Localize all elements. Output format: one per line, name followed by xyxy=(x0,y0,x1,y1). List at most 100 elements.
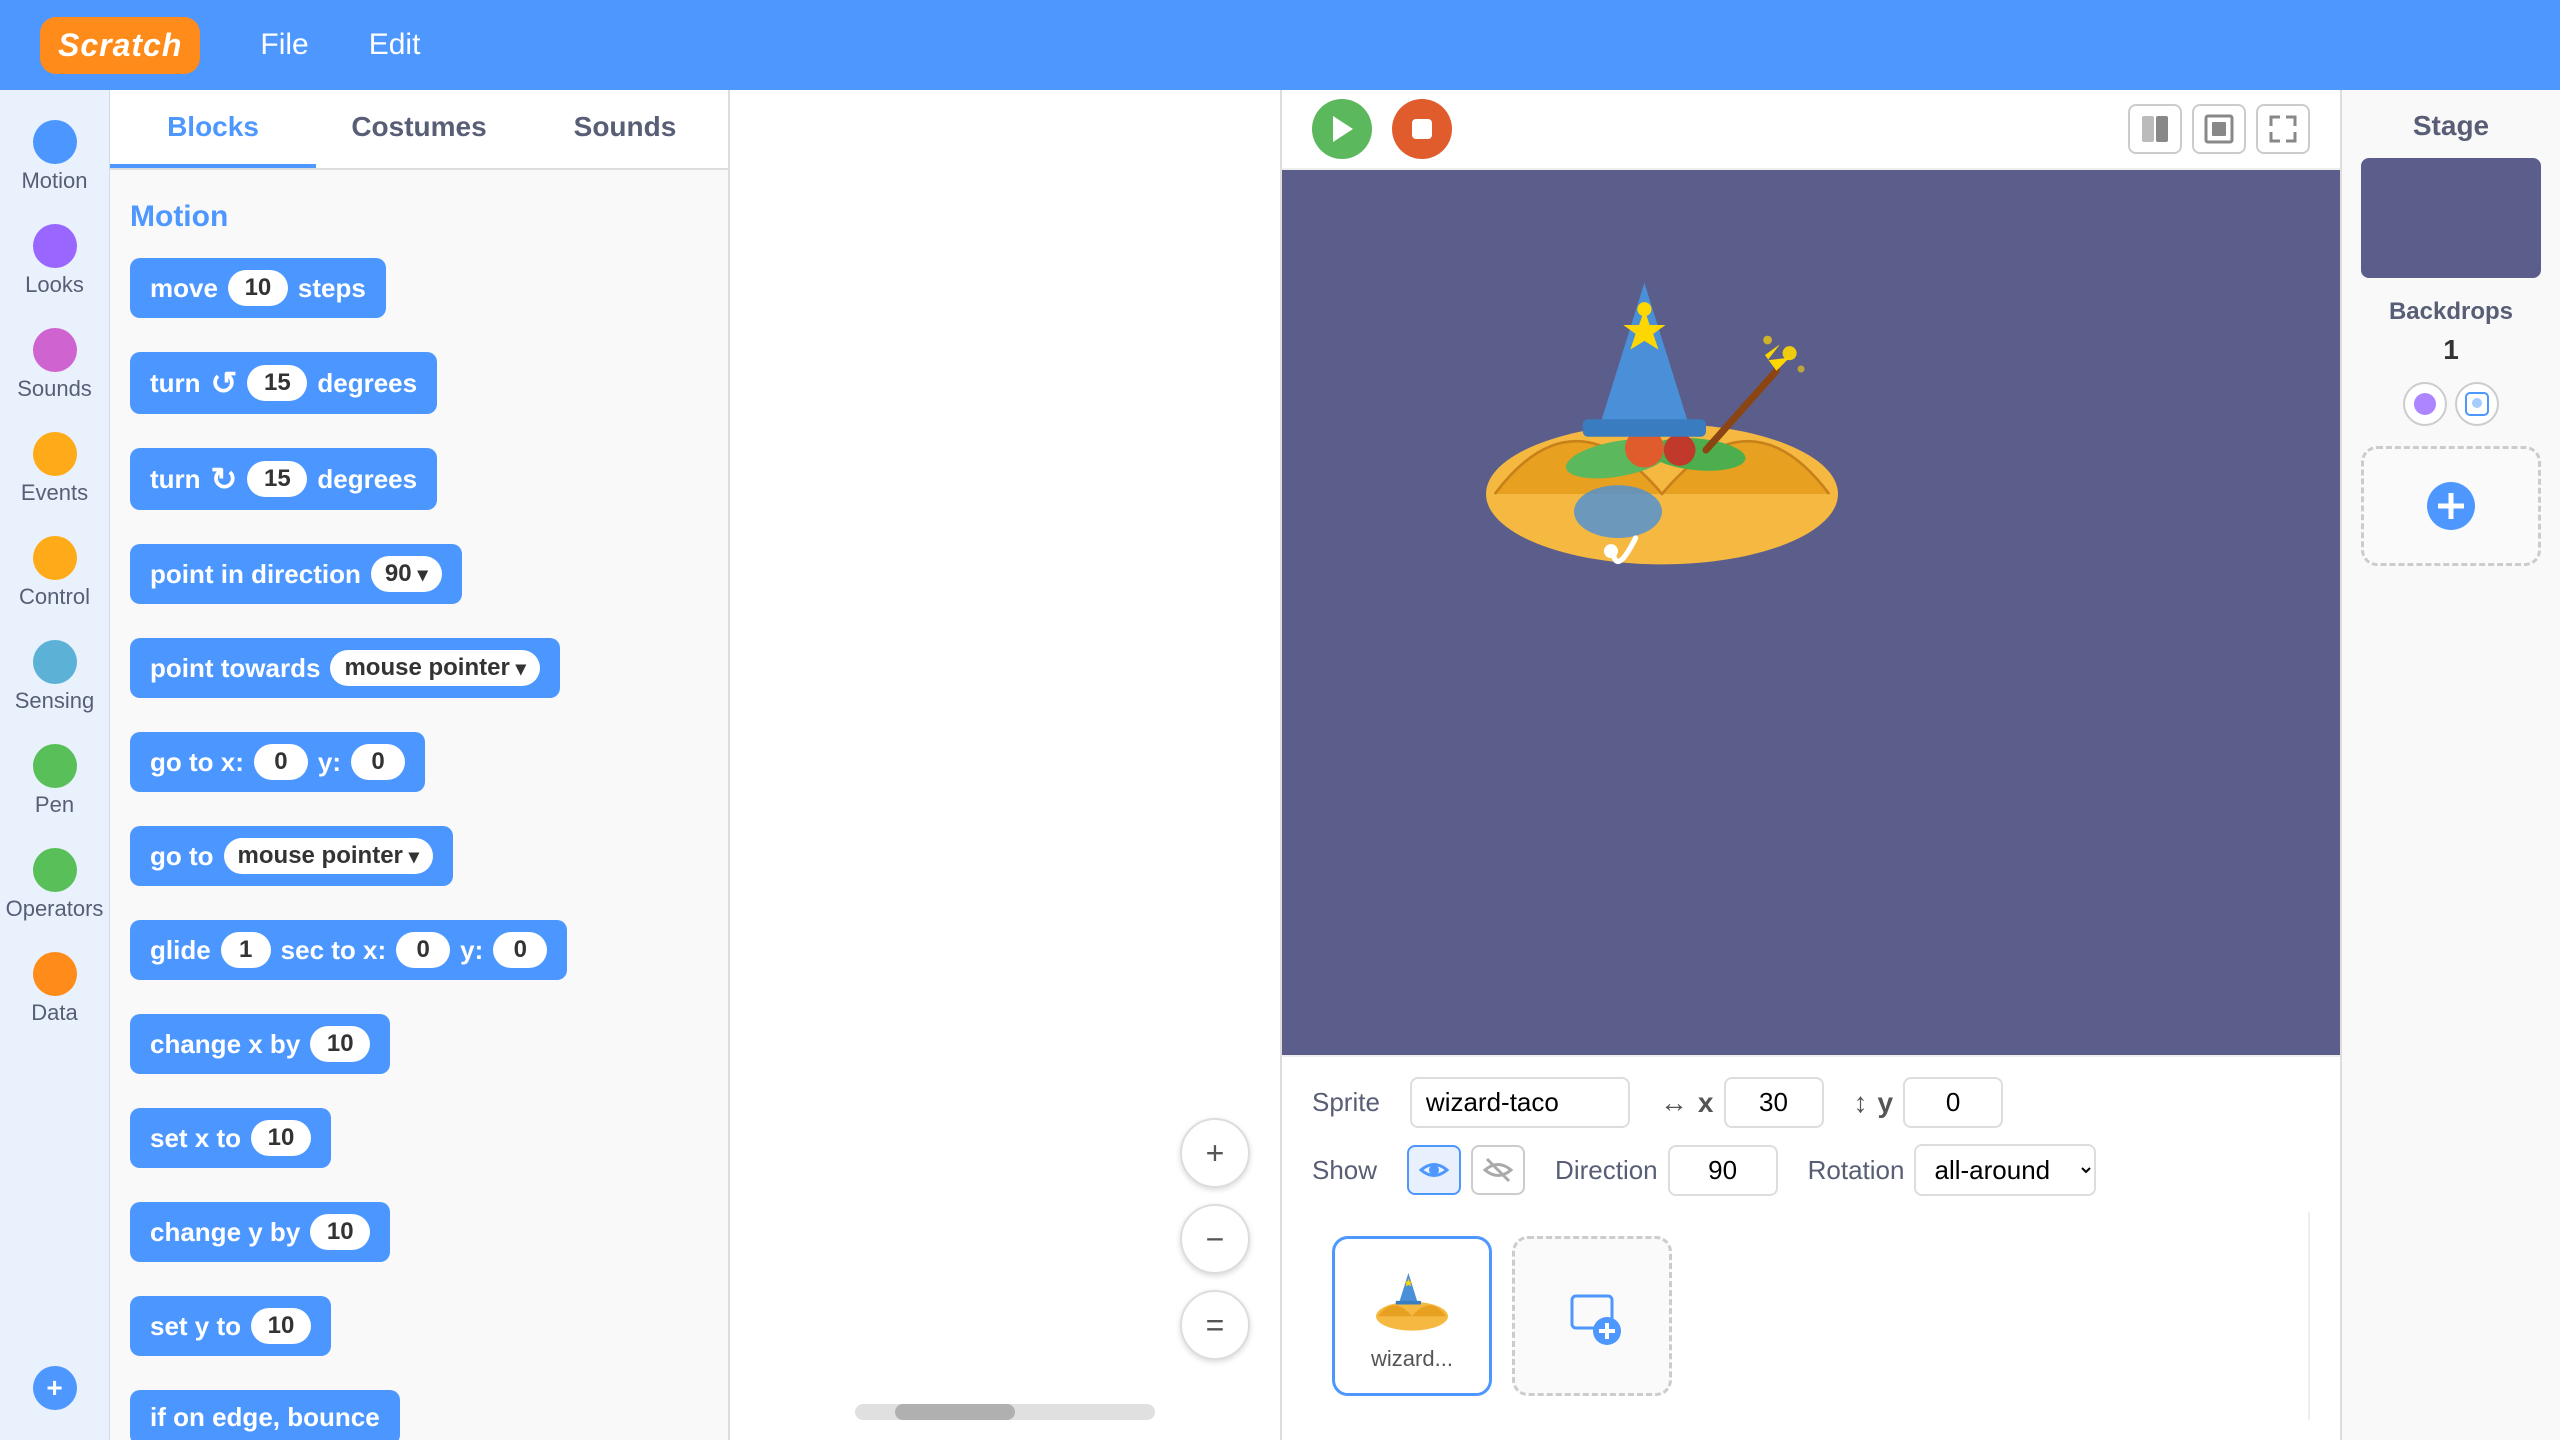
backdrop-paint-btn[interactable] xyxy=(2403,382,2447,426)
block-change-y[interactable]: change y by xyxy=(130,1202,390,1262)
zoom-in-button[interactable]: + xyxy=(1180,1118,1250,1188)
topbar: Scratch File Edit xyxy=(0,0,2560,90)
main-layout: Motion Looks Sounds Events Control Sensi… xyxy=(0,90,2560,1440)
stage-mini-preview[interactable] xyxy=(2361,158,2541,278)
block-goto-y-value[interactable] xyxy=(351,744,405,780)
fit-button[interactable]: = xyxy=(1180,1290,1250,1360)
direction-input[interactable] xyxy=(1668,1145,1778,1196)
block-point-towards-dropdown[interactable]: mouse pointer xyxy=(330,650,539,686)
block-set-y[interactable]: set y to xyxy=(130,1296,331,1356)
sidebar-item-control[interactable]: Control xyxy=(5,526,105,620)
block-set-y-label: set y to xyxy=(150,1311,241,1342)
show-hidden-btn[interactable] xyxy=(1471,1145,1525,1195)
script-area[interactable]: + − = xyxy=(730,90,1280,1440)
block-turn-right-value[interactable] xyxy=(247,461,307,497)
x-value-input[interactable] xyxy=(1724,1077,1824,1128)
sidebar-item-operators[interactable]: Operators xyxy=(5,838,105,932)
block-point-direction[interactable]: point in direction 90 xyxy=(130,544,462,604)
right-sidebar: Stage Backdrops 1 xyxy=(2340,90,2560,1440)
blocks-list: Motion move steps turn ↺ degrees xyxy=(110,170,728,1440)
block-change-x[interactable]: change x by xyxy=(130,1014,390,1074)
block-go-to[interactable]: go to mouse pointer xyxy=(130,826,453,886)
menu-file[interactable]: File xyxy=(260,28,308,62)
sprite-area-wrap: wizard... xyxy=(1312,1212,2310,1420)
block-point-dir-dropdown[interactable]: 90 xyxy=(371,556,442,592)
sidebar-item-data[interactable]: Data xyxy=(5,942,105,1036)
sprite-thumb-wizard[interactable]: wizard... xyxy=(1332,1236,1492,1396)
block-if-on-edge[interactable]: if on edge, bounce xyxy=(130,1390,400,1440)
sprite-info: Sprite ↔ x ↕ y Show xyxy=(1282,1055,2340,1440)
y-coord-icon: ↕ xyxy=(1854,1087,1868,1119)
block-move-steps[interactable]: move steps xyxy=(130,258,386,318)
block-glide-y[interactable] xyxy=(493,932,547,968)
tab-costumes[interactable]: Costumes xyxy=(316,90,522,168)
block-set-y-value[interactable] xyxy=(251,1308,311,1344)
tab-blocks[interactable]: Blocks xyxy=(110,90,316,168)
rotation-select[interactable]: all-around left-right don't rotate xyxy=(1914,1144,2096,1196)
add-extension-button[interactable]: + xyxy=(5,1356,105,1420)
zoom-out-icon: − xyxy=(1206,1221,1225,1258)
sidebar-item-motion[interactable]: Motion xyxy=(5,110,105,204)
block-turn-left-value[interactable] xyxy=(247,365,307,401)
block-change-x-value[interactable] xyxy=(310,1026,370,1062)
block-glide[interactable]: glide sec to x: y: xyxy=(130,920,567,980)
blocks-panel: Blocks Costumes Sounds Motion move steps… xyxy=(110,90,730,1440)
stage-layout-btn1[interactable] xyxy=(2128,104,2182,154)
block-glide-x[interactable] xyxy=(396,932,450,968)
blocks-section-title: Motion xyxy=(130,200,708,234)
backdrop-photo-btn[interactable] xyxy=(2455,382,2499,426)
tab-sounds[interactable]: Sounds xyxy=(522,90,728,168)
sidebar-label-sounds: Sounds xyxy=(17,376,92,402)
backdrop-icon-buttons xyxy=(2403,382,2499,426)
stage-fullscreen-btn[interactable] xyxy=(2256,104,2310,154)
block-turn-left[interactable]: turn ↺ degrees xyxy=(130,352,437,414)
turn-right-icon: ↻ xyxy=(211,460,238,498)
backdrops-label: Backdrops xyxy=(2389,298,2513,326)
sidebar-label-control: Control xyxy=(19,584,90,610)
block-goto-x-value[interactable] xyxy=(254,744,308,780)
block-change-y-label: change y by xyxy=(150,1217,300,1248)
direction-group: Direction xyxy=(1555,1145,1778,1196)
block-go-to-xy[interactable]: go to x: y: xyxy=(130,732,425,792)
stage-panel: Sprite ↔ x ↕ y Show xyxy=(1280,90,2340,1440)
stop-button[interactable] xyxy=(1392,99,1452,159)
fit-icon: = xyxy=(1206,1307,1225,1344)
block-move-value[interactable] xyxy=(228,270,288,306)
block-turn-right-label: turn xyxy=(150,464,201,495)
direction-label: Direction xyxy=(1555,1155,1658,1186)
block-turn-right-degrees: degrees xyxy=(317,464,417,495)
show-visible-btn[interactable] xyxy=(1407,1145,1461,1195)
sidebar-label-pen: Pen xyxy=(35,792,74,818)
scratch-logo[interactable]: Scratch xyxy=(40,17,200,74)
horizontal-scrollbar[interactable] xyxy=(855,1404,1155,1420)
script-controls: + − = xyxy=(1180,1118,1250,1360)
sidebar-item-pen[interactable]: Pen xyxy=(5,734,105,828)
sidebar-item-events[interactable]: Events xyxy=(5,422,105,516)
block-set-x[interactable]: set x to xyxy=(130,1108,331,1168)
menu-edit[interactable]: Edit xyxy=(369,28,421,62)
block-goto-dropdown[interactable]: mouse pointer xyxy=(224,838,433,874)
block-goto-label: go to xyxy=(150,841,214,872)
stage-label: Stage xyxy=(2413,110,2489,142)
block-glide-sec[interactable] xyxy=(221,932,271,968)
stage-layout-btn2[interactable] xyxy=(2192,104,2246,154)
zoom-in-icon: + xyxy=(1206,1135,1225,1172)
sidebar-item-sensing[interactable]: Sensing xyxy=(5,630,105,724)
block-goto-xy-label: go to x: xyxy=(150,747,244,778)
green-flag-button[interactable] xyxy=(1312,99,1372,159)
sidebar-label-motion: Motion xyxy=(21,168,87,194)
block-point-towards[interactable]: point towards mouse pointer xyxy=(130,638,560,698)
rotation-group: Rotation all-around left-right don't rot… xyxy=(1808,1144,2097,1196)
block-change-y-value[interactable] xyxy=(310,1214,370,1250)
sidebar-item-sounds[interactable]: Sounds xyxy=(5,318,105,412)
sprite-taco-wizard xyxy=(1442,230,1882,600)
zoom-out-button[interactable]: − xyxy=(1180,1204,1250,1274)
sprite-name-input[interactable] xyxy=(1410,1077,1630,1128)
sidebar-item-looks[interactable]: Looks xyxy=(5,214,105,308)
add-sprite-button[interactable] xyxy=(1512,1236,1672,1396)
block-glide-y-label: y: xyxy=(460,935,483,966)
block-turn-right[interactable]: turn ↻ degrees xyxy=(130,448,437,510)
block-set-x-value[interactable] xyxy=(251,1120,311,1156)
add-backdrop-button[interactable] xyxy=(2361,446,2541,566)
y-value-input[interactable] xyxy=(1903,1077,2003,1128)
